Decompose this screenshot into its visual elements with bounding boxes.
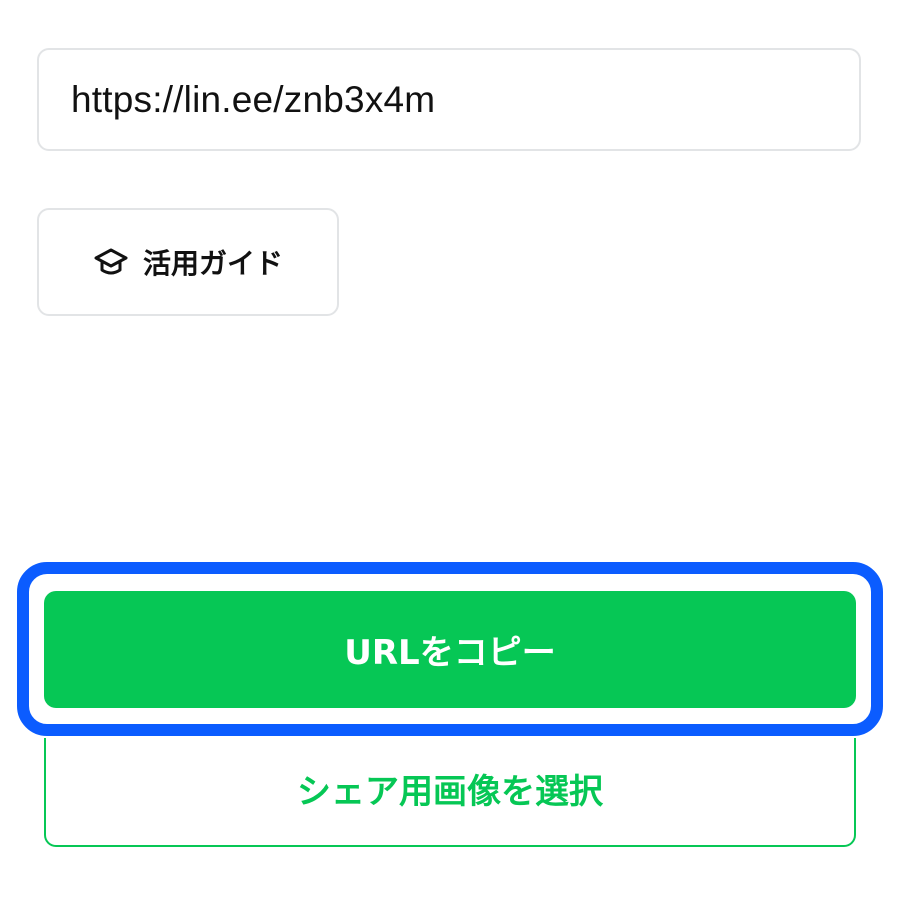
graduation-cap-icon <box>93 244 129 280</box>
select-share-image-label: シェア用画像を選択 <box>297 772 603 812</box>
share-url-panel: https://lin.ee/znb3x4m 活用ガイド シェア用画像を選択 U… <box>0 0 900 900</box>
guide-button-label: 活用ガイド <box>142 247 283 280</box>
copy-url-label: URLをコピー <box>344 633 556 673</box>
url-text[interactable]: https://lin.ee/znb3x4m <box>71 79 435 121</box>
url-field[interactable]: https://lin.ee/znb3x4m <box>37 48 861 151</box>
select-share-image-button[interactable]: シェア用画像を選択 <box>44 738 856 847</box>
copy-url-button[interactable]: URLをコピー <box>44 591 856 708</box>
guide-button[interactable]: 活用ガイド <box>37 208 339 316</box>
